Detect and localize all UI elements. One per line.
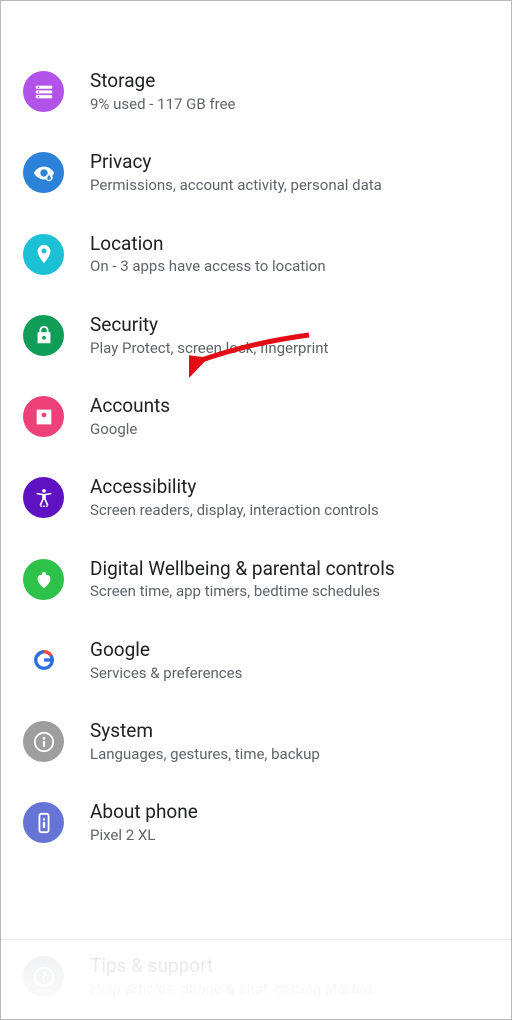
lock-icon <box>23 315 64 356</box>
setting-item-location[interactable]: Location On - 3 apps have access to loca… <box>1 214 511 295</box>
setting-item-privacy[interactable]: Privacy Permissions, account activity, p… <box>1 132 511 213</box>
setting-item-text: Privacy Permissions, account activity, p… <box>90 150 489 195</box>
setting-item-subtitle: Screen readers, display, interaction con… <box>90 501 489 521</box>
setting-item-subtitle: Play Protect, screen lock, fingerprint <box>90 339 489 359</box>
setting-item-subtitle: Pixel 2 XL <box>90 826 489 846</box>
setting-item-google[interactable]: Google Services & preferences <box>1 620 511 701</box>
google-g-icon <box>23 640 64 681</box>
settings-list: Storage 9% used - 117 GB free Privacy Pe… <box>1 1 511 864</box>
setting-item-text: System Languages, gestures, time, backup <box>90 719 489 764</box>
setting-item-title: Accessibility <box>90 475 489 499</box>
eye-lock-icon <box>23 152 64 193</box>
setting-item-system[interactable]: System Languages, gestures, time, backup <box>1 701 511 782</box>
setting-item-text: Location On - 3 apps have access to loca… <box>90 232 489 277</box>
account-box-icon <box>23 396 64 437</box>
setting-item-subtitle: Services & preferences <box>90 664 489 684</box>
setting-item-text: Google Services & preferences <box>90 638 489 683</box>
setting-item-title: System <box>90 719 489 743</box>
help-icon <box>23 956 64 997</box>
setting-item-text: About phone Pixel 2 XL <box>90 800 489 845</box>
setting-item-security[interactable]: Security Play Protect, screen lock, fing… <box>1 295 511 376</box>
setting-item-subtitle: Permissions, account activity, personal … <box>90 176 489 196</box>
setting-item-text: Digital Wellbeing & parental controls Sc… <box>90 557 489 602</box>
setting-item-subtitle: Languages, gestures, time, backup <box>90 745 489 765</box>
setting-item-text: Accessibility Screen readers, display, i… <box>90 475 489 520</box>
setting-item-subtitle: Help articles, phone & chat, getting sta… <box>90 980 489 1000</box>
setting-item-accessibility[interactable]: Accessibility Screen readers, display, i… <box>1 457 511 538</box>
storage-icon <box>23 71 64 112</box>
setting-item-text: Tips & support Help articles, phone & ch… <box>90 954 489 999</box>
setting-item-accounts[interactable]: Accounts Google <box>1 376 511 457</box>
setting-item-title: About phone <box>90 800 489 824</box>
setting-item-text: Storage 9% used - 117 GB free <box>90 69 489 114</box>
setting-item-subtitle: On - 3 apps have access to location <box>90 257 489 277</box>
setting-item-title: Digital Wellbeing & parental controls <box>90 557 489 581</box>
setting-item-title: Privacy <box>90 150 489 174</box>
setting-item-subtitle: Screen time, app timers, bedtime schedul… <box>90 582 489 602</box>
setting-item-title: Location <box>90 232 489 256</box>
setting-item-about-phone[interactable]: About phone Pixel 2 XL <box>1 782 511 863</box>
setting-item-title: Google <box>90 638 489 662</box>
setting-item-text: Security Play Protect, screen lock, fing… <box>90 313 489 358</box>
setting-item-subtitle: Google <box>90 420 489 440</box>
setting-item-text: Accounts Google <box>90 394 489 439</box>
setting-item-wellbeing[interactable]: Digital Wellbeing & parental controls Sc… <box>1 539 511 620</box>
phone-icon <box>23 802 64 843</box>
wellbeing-icon <box>23 559 64 600</box>
setting-item-subtitle: 9% used - 117 GB free <box>90 95 489 115</box>
setting-item-title: Storage <box>90 69 489 93</box>
info-icon <box>23 721 64 762</box>
location-pin-icon <box>23 234 64 275</box>
setting-item-storage[interactable]: Storage 9% used - 117 GB free <box>1 51 511 132</box>
setting-item-title: Security <box>90 313 489 337</box>
setting-item-title: Tips & support <box>90 954 489 978</box>
setting-item-title: Accounts <box>90 394 489 418</box>
accessibility-icon <box>23 477 64 518</box>
setting-item-tips-support[interactable]: Tips & support Help articles, phone & ch… <box>1 939 511 1019</box>
